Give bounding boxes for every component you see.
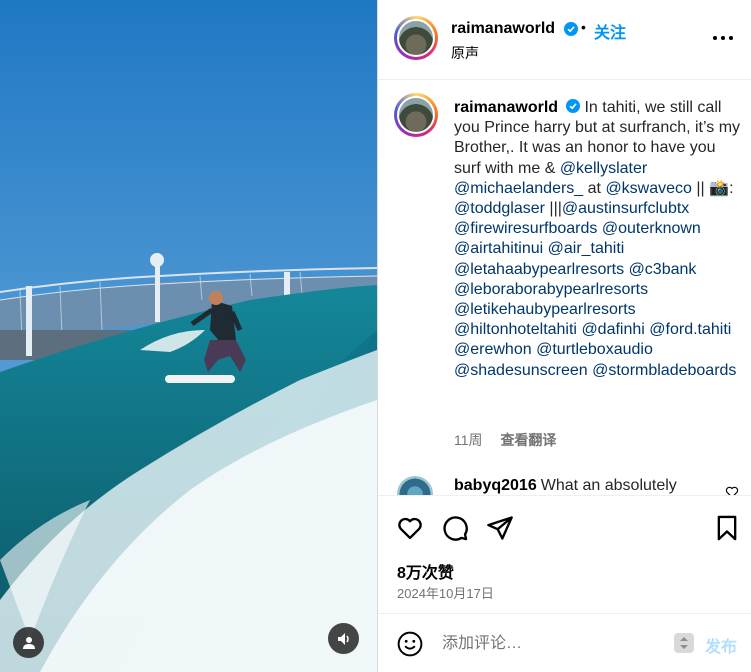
heart-icon[interactable] <box>396 514 424 542</box>
caption-text: In tahiti, we still call you Prince harr… <box>454 99 740 379</box>
mention-link[interactable]: @outerknown <box>602 220 701 237</box>
commenter-avatar[interactable] <box>397 476 433 495</box>
post-video[interactable] <box>0 0 377 672</box>
mention-link[interactable]: @stormbladeboards <box>592 362 736 379</box>
post-caption: raimanaworld In tahiti, we still call yo… <box>454 98 744 381</box>
mention-link[interactable]: @shadesunscreen <box>454 362 588 379</box>
mention-link[interactable]: @austinsurfclubtx <box>562 200 689 217</box>
post-comment-button[interactable]: 发布 <box>705 633 737 657</box>
comment-icon[interactable] <box>441 514 469 542</box>
share-icon[interactable] <box>486 514 514 542</box>
mention-link[interactable]: @letikehaubypearlresorts <box>454 301 636 318</box>
original-audio-link[interactable]: 原声 <box>451 43 479 63</box>
more-options-icon[interactable] <box>711 26 735 50</box>
caption-meta: 11周 查看翻译 <box>454 430 556 450</box>
mention-link[interactable]: @firewiresurfboards <box>454 220 597 237</box>
post-header: raimanaworld • 关注 原声 <box>378 0 751 80</box>
verified-badge-icon <box>566 99 581 113</box>
mention-link[interactable]: @leboraborabypearlresorts <box>454 281 648 298</box>
verified-badge-icon <box>564 22 578 36</box>
mention-link[interactable]: @c3bank <box>629 261 697 278</box>
mention-link[interactable]: @dafinhi <box>581 321 644 338</box>
surfing-video-frame <box>0 0 377 672</box>
comment-composer: 发布 <box>378 613 751 672</box>
comment-text: What an absolutely <box>540 477 677 494</box>
follow-button[interactable]: 关注 <box>594 19 626 43</box>
tagged-users-button[interactable] <box>13 627 44 658</box>
action-bar: 8万次赞 2024年10月17日 <box>378 495 751 613</box>
post-details-panel: raimanaworld • 关注 原声 raimanaworld In tah… <box>377 0 751 672</box>
comment-like-heart-icon[interactable] <box>725 485 739 495</box>
caption-username[interactable]: raimanaworld <box>454 99 558 116</box>
bookmark-icon[interactable] <box>713 514 741 542</box>
comment-item: babyq2016 What an absolutely <box>454 477 677 495</box>
post-date: 2024年10月17日 <box>397 586 494 601</box>
add-comment-input[interactable] <box>442 632 662 656</box>
mention-link[interactable]: @turtleboxaudio <box>536 341 653 358</box>
chevron-up-down-icon <box>680 637 688 649</box>
caption-text-segment: ||| <box>544 200 562 218</box>
like-count[interactable]: 8万次赞 <box>397 559 454 583</box>
comments-section[interactable]: raimanaworld In tahiti, we still call yo… <box>378 81 751 495</box>
author-username[interactable]: raimanaworld <box>451 20 555 38</box>
mention-link[interactable]: @toddglaser <box>454 200 545 217</box>
post-age: 11周 <box>454 432 483 448</box>
sound-toggle-button[interactable] <box>328 623 359 654</box>
mention-link[interactable]: @erewhon <box>454 341 532 358</box>
mention-link[interactable]: @airtahitinui <box>454 240 543 257</box>
caption-text-segment: || 📸: <box>691 179 734 197</box>
mention-link[interactable]: @michaelanders_ <box>454 180 583 197</box>
caption-text-segment: at <box>583 179 606 197</box>
sound-icon <box>337 632 349 645</box>
mention-link[interactable]: @hiltonhoteltahiti <box>454 321 577 338</box>
mention-link[interactable]: @kswaveco <box>605 180 692 197</box>
caption-avatar[interactable] <box>394 93 438 137</box>
mention-link[interactable]: @kellyslater <box>560 160 647 177</box>
author-avatar[interactable] <box>394 16 438 60</box>
user-icon <box>22 636 35 649</box>
input-resize-handle[interactable] <box>674 633 694 653</box>
mention-link[interactable]: @letahaabypearlresorts <box>454 261 624 278</box>
see-translation-button[interactable]: 查看翻译 <box>500 432 556 448</box>
emoji-icon[interactable] <box>397 631 423 657</box>
commenter-username[interactable]: babyq2016 <box>454 477 537 494</box>
mention-link[interactable]: @ford.tahiti <box>649 321 731 338</box>
mention-link[interactable]: @air_tahiti <box>548 240 625 257</box>
separator-dot: • <box>581 19 586 35</box>
